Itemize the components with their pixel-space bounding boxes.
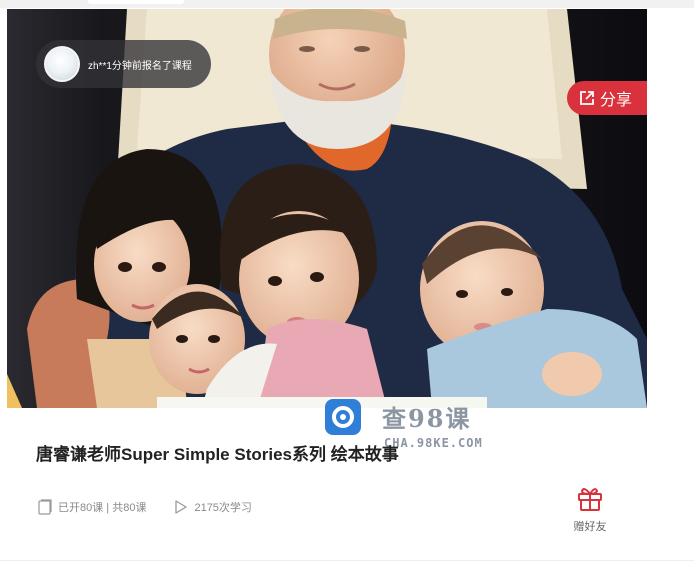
learner-count: 2175次学习 — [194, 502, 252, 514]
avatar — [44, 46, 80, 82]
browser-tab-strip — [0, 0, 694, 8]
play-icon — [175, 500, 188, 514]
divider — [0, 560, 694, 561]
share-icon — [580, 91, 594, 105]
gift-label: 赠好友 — [573, 521, 607, 533]
course-title: 唐睿谦老师Super Simple Stories系列 绘本故事 — [36, 445, 399, 464]
course-cover-image: zh**1分钟前报名了课程 — [7, 9, 647, 408]
gift-icon — [578, 488, 602, 511]
course-meta: 已开80课 | 共80课 2175次学习 — [38, 499, 252, 515]
watermark-name: 查98课 — [382, 404, 472, 433]
document-icon — [38, 499, 52, 515]
share-label: 分享 — [600, 92, 633, 109]
share-button[interactable]: 分享 — [567, 81, 647, 115]
enroll-notice-text: zh**1分钟前报名了课程 — [88, 60, 192, 72]
lesson-count: 已开80课 | 共80课 — [58, 502, 147, 514]
gift-friend-button[interactable]: 赠好友 — [567, 484, 613, 534]
watermark-logo-icon — [325, 399, 361, 435]
browser-tab[interactable] — [88, 0, 184, 4]
course-detail-page: zh**1分钟前报名了课程 分享 查98课 CHA.98KE.COM 唐睿谦老师… — [0, 0, 694, 563]
enroll-notice: zh**1分钟前报名了课程 — [36, 40, 211, 88]
